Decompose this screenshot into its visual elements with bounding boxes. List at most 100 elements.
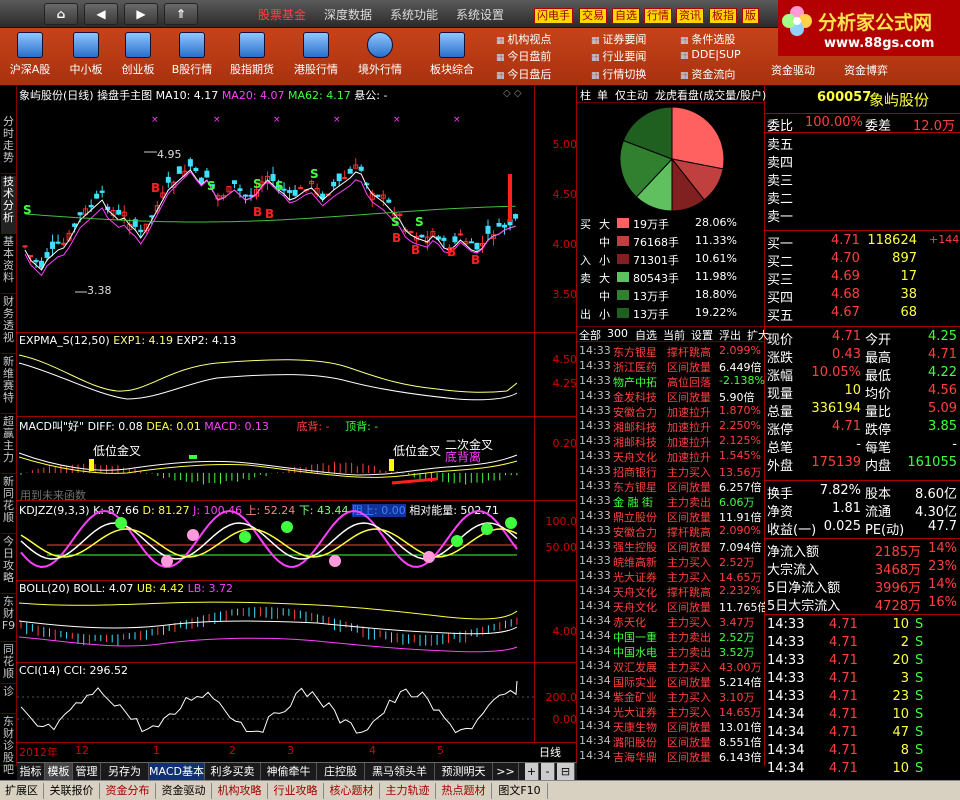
alert-row[interactable]: 14:34 中国水电 主力卖出 3.52万 <box>577 644 765 660</box>
tab-dragon-tiger[interactable]: 龙虎看盘(成交量/股户) <box>655 87 766 103</box>
tb-hk-stocks[interactable]: 港股行情 <box>288 32 344 77</box>
tb-capital-game[interactable]: 资金博弈 <box>838 62 894 78</box>
alert-row[interactable]: 14:34 国际实业 区间放量 5.214倍 <box>577 674 765 690</box>
strip-extend[interactable]: 扩展区 <box>0 783 44 799</box>
quick-watchlist[interactable]: 自选 <box>612 8 640 24</box>
tab-settings[interactable]: 设置 <box>691 327 713 343</box>
period-label[interactable]: 日线 <box>539 744 561 760</box>
btab-manage[interactable]: 管理 <box>73 763 101 781</box>
btab-bullish-trade[interactable]: 利多买卖 <box>205 763 261 781</box>
alert-row[interactable]: 14:34 天舟文化 区间放量 11.765倍 <box>577 599 765 615</box>
tb-shanghai-shenzhen-a[interactable]: 沪深A股 <box>2 32 58 77</box>
alert-row[interactable]: 14:33 天舟文化 加速拉升 1.545% <box>577 449 765 465</box>
tab-300[interactable]: 300 <box>607 327 628 340</box>
alert-row[interactable]: 14:34 吉海华鼎 区间放量 6.143倍 <box>577 749 765 765</box>
link-institution-view[interactable]: 机构视点 <box>496 31 551 47</box>
btab-macd-basic[interactable]: MACD基本 <box>149 763 205 781</box>
alert-row[interactable]: 14:33 物产中拓 高位回落 -2.138% <box>577 374 765 390</box>
panel-controls-icon[interactable]: ◇ ◇ <box>503 88 522 99</box>
tb-capital-drive[interactable]: 资金驱动 <box>765 62 821 78</box>
btab-dark-horse[interactable]: 黑马领头羊 <box>365 763 435 781</box>
strip-industry-strategy[interactable]: 行业攻略 <box>268 783 324 799</box>
back-button[interactable]: ◀ <box>84 3 118 25</box>
btab-save-as[interactable]: 另存为 <box>101 763 149 781</box>
menu-depth-data[interactable]: 深度数据 <box>324 6 372 23</box>
tab-single[interactable]: 单 <box>597 87 608 103</box>
menu-system-functions[interactable]: 系统功能 <box>390 6 438 23</box>
alert-row[interactable]: 14:33 鼎立股份 区间放量 11.91倍 <box>577 509 765 525</box>
strip-hot-topic[interactable]: 热点题材 <box>436 783 492 799</box>
link-industry-news[interactable]: 行业要闻 <box>591 48 646 64</box>
vtab-eastmoney-f9[interactable]: 东财F9 <box>1 596 16 642</box>
strip-core-theme[interactable]: 核心题材 <box>324 783 380 799</box>
btab-shentou[interactable]: 神偷牵牛 <box>261 763 317 781</box>
vtab-today-strategy[interactable]: 今日攻略 <box>1 536 16 594</box>
alert-row[interactable]: 14:34 赤天化 主力买入 3.47万 <box>577 614 765 630</box>
menu-system-settings[interactable]: 系统设置 <box>456 6 504 23</box>
link-stock-screener[interactable]: 条件选股 <box>680 31 735 47</box>
tb-index-futures[interactable]: 股指期货 <box>224 32 280 77</box>
strip-institution-strategy[interactable]: 机构攻略 <box>212 783 268 799</box>
alert-row[interactable]: 14:33 东方银星 撑杆跳高 2.099% <box>577 344 765 360</box>
alert-row[interactable]: 14:33 安徽合力 撑杆跳高 2.090% <box>577 524 765 540</box>
alert-row[interactable]: 14:33 招商银行 主力买入 13.56万 <box>577 464 765 480</box>
alert-row[interactable]: 14:33 安徽合力 加速拉升 1.870% <box>577 404 765 420</box>
link-postmarket[interactable]: 今日盘后 <box>496 66 551 82</box>
zoom-out-button[interactable]: - <box>541 763 555 781</box>
quick-news[interactable]: 资讯 <box>676 8 704 24</box>
alert-row[interactable]: 14:34 紫金矿业 主力买入 3.10万 <box>577 689 765 705</box>
btab-more[interactable]: >> <box>493 763 519 781</box>
btab-indicator[interactable]: 指标 <box>17 763 45 781</box>
vtab-financials[interactable]: 财务透视 <box>1 296 16 354</box>
vtab-tonghuashun[interactable]: 同花顺 <box>1 644 16 684</box>
quick-trade[interactable]: 交易 <box>579 8 607 24</box>
link-capital-flow[interactable]: 资金流向 <box>680 66 735 82</box>
alert-row[interactable]: 14:34 天康生物 区间放量 13.01倍 <box>577 719 765 735</box>
alert-row[interactable]: 14:33 皖维高新 主力买入 2.52万 <box>577 554 765 570</box>
btab-template[interactable]: 模板 <box>45 763 73 781</box>
tab-active-only[interactable]: 仅主动 <box>615 87 648 103</box>
alert-row[interactable]: 14:33 金 融 街 主力卖出 6.06万 <box>577 494 765 510</box>
vtab-eastmoney-forum[interactable]: 东财诊股吧 <box>1 716 16 776</box>
vtab-chaoying[interactable]: 超赢主力 <box>1 416 16 474</box>
zoom-in-button[interactable]: + <box>525 763 539 781</box>
home-button[interactable]: ⌂ <box>44 3 78 25</box>
forward-button[interactable]: ▶ <box>124 3 158 25</box>
layout-button[interactable]: ⊟ <box>557 763 575 781</box>
alert-row[interactable]: 14:33 湘邮科技 加速拉升 2.125% <box>577 434 765 450</box>
tb-overseas[interactable]: 境外行情 <box>352 32 408 77</box>
alert-row[interactable]: 14:33 光大证券 主力买入 14.65万 <box>577 569 765 585</box>
strip-f10[interactable]: 图文F10 <box>492 783 548 799</box>
tb-sme-board[interactable]: 中小板 <box>58 32 114 77</box>
alert-row[interactable]: 14:34 中国一重 主力卖出 2.52万 <box>577 629 765 645</box>
link-quote-switch[interactable]: 行情切换 <box>591 66 646 82</box>
vtab-xinweisaite[interactable]: 新维赛特 <box>1 356 16 414</box>
vtab-intraday[interactable]: 分时走势 <box>1 116 16 174</box>
menu-stocks-funds[interactable]: 股票基金 <box>258 6 306 23</box>
vtab-xin-tonghuashun[interactable]: 新同花顺 <box>1 476 16 534</box>
strip-related-quotes[interactable]: 关联报价 <box>44 783 100 799</box>
alert-row[interactable]: 14:33 东方银星 区间放量 6.257倍 <box>577 479 765 495</box>
tab-all[interactable]: 全部 <box>579 327 601 343</box>
alert-row[interactable]: 14:34 天舟文化 撑杆跳高 2.232% <box>577 584 765 600</box>
link-premarket[interactable]: 今日盘前 <box>496 48 551 64</box>
quick-index[interactable]: 板指 <box>709 8 737 24</box>
strip-capital-drive[interactable]: 资金驱动 <box>156 783 212 799</box>
btab-control[interactable]: 庄控股 <box>317 763 365 781</box>
vtab-diagnose[interactable]: 诊 <box>1 686 16 714</box>
alert-row[interactable]: 14:33 浙江医药 区间放量 6.449倍 <box>577 359 765 375</box>
tab-float[interactable]: 浮出 <box>719 327 741 343</box>
quick-quotes[interactable]: 行情 <box>644 8 672 24</box>
tab-watchlist[interactable]: 自选 <box>635 327 657 343</box>
alert-row[interactable]: 14:33 金发科技 区间放量 5.90倍 <box>577 389 765 405</box>
tb-b-shares[interactable]: B股行情 <box>164 32 220 77</box>
alert-row[interactable]: 14:34 双汇发展 主力买入 43.00万 <box>577 659 765 675</box>
quick-lightning[interactable]: 闪电手 <box>534 8 573 24</box>
link-dde-sup[interactable]: DDE|SUP <box>680 48 740 61</box>
alert-row[interactable]: 14:34 光大证券 主力买入 14.65万 <box>577 704 765 720</box>
up-button[interactable]: ⇑ <box>164 3 198 25</box>
tab-bar[interactable]: 柱 <box>580 87 591 103</box>
strip-main-force-track[interactable]: 主力轨迹 <box>380 783 436 799</box>
vtab-technical[interactable]: 技术分析 <box>1 176 16 234</box>
link-securities-news[interactable]: 证券要闻 <box>591 31 646 47</box>
